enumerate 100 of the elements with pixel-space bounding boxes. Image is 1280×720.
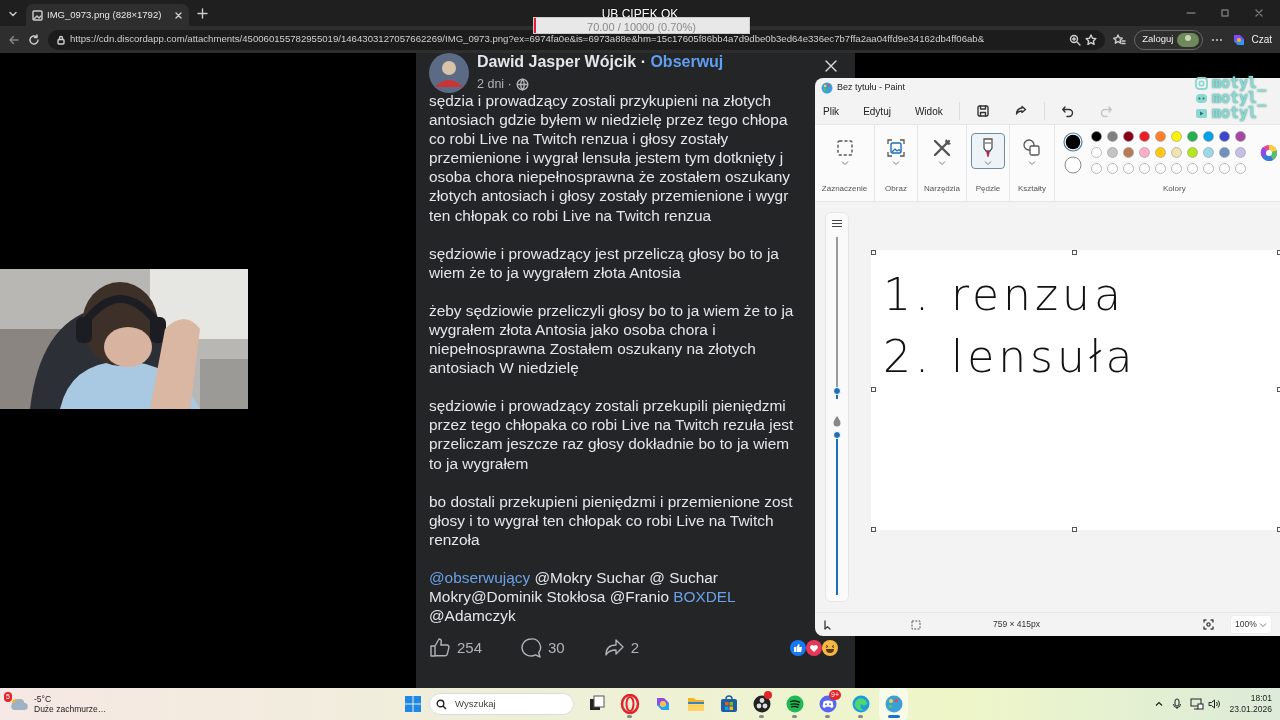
group-label: Narzędzia	[924, 183, 960, 195]
group-label: Obraz	[885, 183, 907, 195]
secondary-color-swatch[interactable]	[1064, 155, 1082, 174]
comment-count: 30	[548, 638, 565, 659]
thumbs-up-icon	[790, 640, 806, 657]
resize-handle[interactable]	[870, 387, 876, 392]
menu-item[interactable]: Plik	[823, 103, 840, 119]
color-swatch[interactable]	[1155, 131, 1166, 142]
empty-swatch[interactable]	[1203, 163, 1214, 174]
image-file-icon	[32, 9, 43, 21]
sign-in-button[interactable]: Zaloguj	[1134, 29, 1204, 50]
color-swatch[interactable]	[1107, 131, 1118, 142]
color-swatch[interactable]	[1171, 147, 1182, 158]
mention-link[interactable]: @obserwujący	[429, 568, 531, 586]
empty-swatch[interactable]	[1235, 163, 1246, 174]
handwritten-text: 2. lensuła	[881, 331, 1137, 382]
follow-link[interactable]: Obserwuj	[650, 53, 724, 70]
chat-button[interactable]: Czat	[1231, 31, 1272, 48]
color-swatch[interactable]	[1123, 131, 1134, 142]
author-name[interactable]: Dawid Jasper Wójcik	[477, 53, 637, 70]
clock[interactable]: 18:01 23.01.2026	[1229, 693, 1280, 715]
primary-color-swatch[interactable]	[1063, 131, 1083, 152]
color-swatch[interactable]	[1091, 131, 1102, 142]
caret-icon	[1259, 621, 1267, 628]
weather-description: Duże zachmurze…	[34, 704, 107, 714]
zoom-dropdown[interactable]: 100%	[1230, 615, 1272, 634]
empty-swatch[interactable]	[1091, 163, 1102, 174]
color-swatch[interactable]	[1107, 147, 1118, 158]
store-icon[interactable]	[718, 694, 739, 714]
network-icon[interactable]	[1190, 698, 1205, 710]
color-swatch[interactable]	[1139, 147, 1150, 158]
color-swatch[interactable]	[1139, 131, 1150, 142]
close-icon[interactable]	[174, 10, 183, 20]
save-icon[interactable]	[975, 104, 990, 118]
post-text: bo dostali przekupieni pieniędzmi i przemienione zost głosy i to wygrał ten chłopak co robi Live na Twitch renzoła	[429, 491, 793, 549]
restore-icon[interactable]	[1220, 8, 1230, 18]
undo-icon[interactable]	[1060, 104, 1075, 118]
menu-item[interactable]: Widok	[914, 103, 943, 119]
empty-swatch[interactable]	[1123, 163, 1134, 174]
ring-icon[interactable]	[619, 694, 640, 714]
color-swatch[interactable]	[1187, 131, 1198, 142]
slider-thumb[interactable]	[832, 386, 841, 395]
empty-swatch[interactable]	[1219, 163, 1230, 174]
share-icon[interactable]	[1013, 104, 1028, 118]
game-controller-icon[interactable]	[817, 694, 838, 714]
browser-tab[interactable]: IMG_0973.png (828×1792)	[26, 4, 189, 26]
resize-handle[interactable]	[870, 250, 876, 255]
palette-icon	[821, 82, 833, 94]
new-tab-icon[interactable]	[197, 8, 208, 20]
sound-waves-icon[interactable]	[784, 694, 805, 714]
fit-icon[interactable]	[1203, 619, 1214, 631]
swirl-icon[interactable]	[850, 694, 871, 714]
color-swatch[interactable]	[1235, 147, 1246, 158]
color-swatch[interactable]	[1155, 147, 1166, 158]
resize-handle[interactable]	[1072, 250, 1078, 255]
reload-icon[interactable]	[28, 33, 40, 46]
color-swatch[interactable]	[1171, 131, 1182, 142]
microphone-icon[interactable]	[1172, 698, 1183, 710]
color-swatch[interactable]	[1219, 131, 1230, 142]
comment-icon[interactable]	[520, 637, 543, 660]
empty-swatch[interactable]	[1155, 163, 1166, 174]
social-handle: motyl	[1212, 106, 1258, 121]
volume-icon[interactable]	[1208, 698, 1222, 710]
zoom-icon[interactable]	[1069, 33, 1082, 46]
post-text: sędzia i prowadzący zostali przykupieni na złotych antosiach gdzie byłem w niedzielę przez tego chłopa co robi Live na Twitch renzua i głosy zostały przemienione i wygrał lensuła jestem tym dotknięty j osoba chora niepełnosprawna że zostałem oszukany złotych antosiach i głosy zostały przemienione i wygr ten chłopak co robi Live na Twitch renzua	[429, 91, 791, 225]
start-icon[interactable]	[405, 696, 421, 712]
color-swatch[interactable]	[1219, 147, 1230, 158]
tool-button[interactable]	[971, 133, 1005, 169]
empty-swatch[interactable]	[1139, 163, 1150, 174]
drawing-canvas[interactable]: 1. renzua 2. lensuła	[870, 250, 1280, 530]
record-icon[interactable]	[751, 694, 772, 714]
resize-handle[interactable]	[1072, 527, 1078, 532]
avatar-icon[interactable]	[429, 53, 469, 93]
color-swatch[interactable]	[1203, 131, 1214, 142]
mention-link[interactable]: BOXDEL	[673, 587, 736, 605]
back-icon[interactable]	[8, 33, 20, 46]
palette-icon[interactable]	[883, 694, 904, 714]
group-label: Kształty	[1018, 183, 1046, 195]
resize-handle[interactable]	[870, 527, 876, 532]
like-icon[interactable]	[429, 637, 451, 660]
color-wheel-icon[interactable]	[1260, 143, 1278, 162]
color-swatch[interactable]	[1123, 147, 1134, 158]
empty-swatch[interactable]	[1187, 163, 1198, 174]
color-swatch[interactable]	[1203, 147, 1214, 158]
separator-dot: ·	[640, 53, 646, 70]
drop-icon	[831, 415, 842, 427]
star-icon[interactable]	[1085, 33, 1098, 46]
menu-item[interactable]: Edytuj	[863, 103, 891, 119]
search-field[interactable]: Wyszukaj	[429, 693, 574, 715]
empty-swatch[interactable]	[1107, 163, 1118, 174]
color-swatch[interactable]	[1235, 131, 1246, 142]
empty-swatch[interactable]	[1171, 163, 1182, 174]
chevron-up-icon[interactable]	[1154, 699, 1165, 709]
caret-icon	[938, 160, 946, 166]
color-swatch[interactable]	[1091, 147, 1102, 158]
post-text: sędziowie i prowadzący jest przeliczą głosy bo to ja wiem że to ja wygrałem złota Antosia	[429, 243, 779, 282]
favorites-icon[interactable]	[1113, 33, 1127, 46]
close-icon[interactable]	[824, 58, 838, 73]
color-swatch[interactable]	[1187, 147, 1198, 158]
slider-thumb[interactable]	[832, 431, 841, 439]
